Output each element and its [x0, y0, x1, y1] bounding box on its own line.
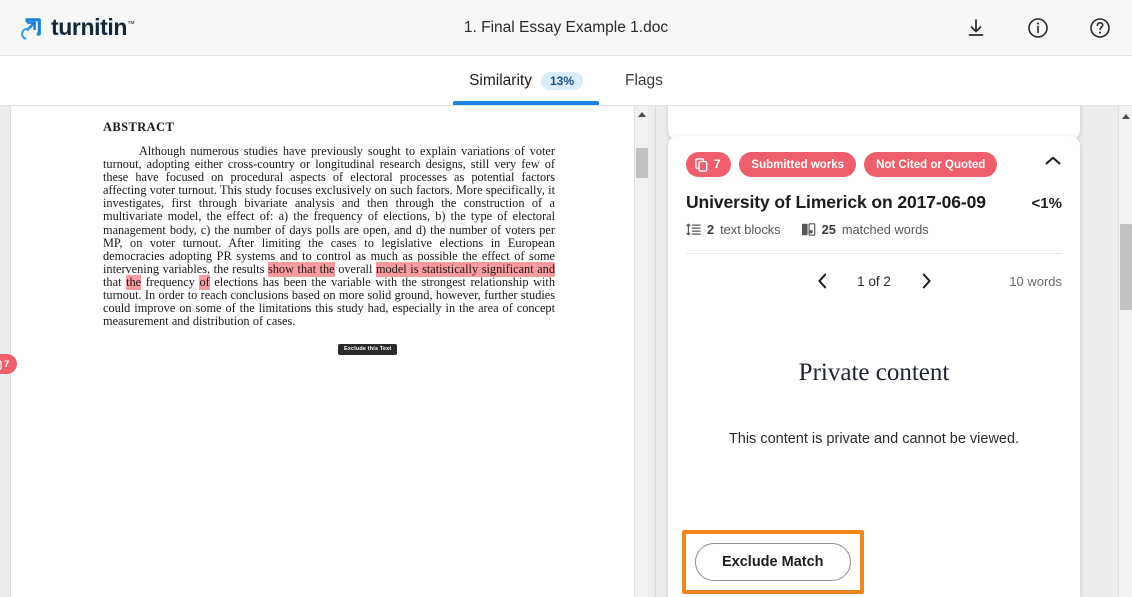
- previous-match-card[interactable]: [668, 106, 1080, 140]
- copy-icon: [695, 157, 708, 172]
- header-actions: [964, 16, 1112, 40]
- similarity-percent-badge: 13%: [540, 71, 583, 90]
- scroll-up-arrow-icon[interactable]: [638, 112, 646, 117]
- matched-words-count: 25: [821, 222, 836, 237]
- scroll-up-arrow-icon[interactable]: [1122, 114, 1130, 119]
- pager-words-count: 10 words: [1009, 273, 1062, 289]
- match-card: 7 Submitted works Not Cited or Quoted Un…: [668, 136, 1080, 597]
- match-meta: 2 text blocks 25 matched words: [686, 222, 1062, 237]
- pager-label: 1 of 2: [857, 273, 891, 289]
- document-page: ABSTRACT Although numerous studies have …: [10, 106, 638, 597]
- collapse-card-icon[interactable]: [1042, 150, 1064, 172]
- match-panel: 7 Submitted works Not Cited or Quoted Un…: [656, 106, 1132, 597]
- abstract-paragraph: Although numerous studies have previousl…: [103, 144, 555, 328]
- next-match-button[interactable]: [916, 271, 936, 291]
- tab-similarity[interactable]: Similarity 13%: [453, 56, 599, 105]
- text-blocks-label: text blocks: [720, 222, 781, 237]
- document-scrollbar-thumb[interactable]: [636, 148, 648, 178]
- source-type-badge[interactable]: Submitted works: [739, 152, 857, 177]
- match-badges: 7 Submitted works Not Cited or Quoted: [686, 152, 1062, 177]
- match-panel-scrollbar-thumb[interactable]: [1120, 224, 1132, 310]
- text-blocks-meta: 2 text blocks: [686, 222, 781, 237]
- matched-words-icon: [801, 223, 815, 236]
- text-blocks-count: 2: [707, 222, 715, 237]
- card-divider: [686, 253, 1062, 254]
- tab-flags[interactable]: Flags: [621, 56, 667, 105]
- help-icon[interactable]: [1088, 16, 1112, 40]
- tab-similarity-label: Similarity: [469, 71, 532, 89]
- brand-name: turnitin™: [51, 14, 135, 40]
- matched-words-label: matched words: [841, 222, 929, 237]
- previous-match-button[interactable]: [812, 271, 832, 291]
- info-icon[interactable]: [1026, 16, 1050, 40]
- turnitin-arrow-icon: [21, 17, 41, 40]
- margin-match-flag-count: 7: [4, 358, 10, 370]
- turnitin-logo[interactable]: turnitin™: [18, 15, 135, 41]
- copy-icon: [0, 360, 2, 370]
- matched-words-meta: 25 matched words: [801, 222, 929, 237]
- exclude-match-button[interactable]: Exclude Match: [695, 543, 851, 581]
- document-viewer: ABSTRACT Although numerous studies have …: [0, 106, 656, 597]
- text-blocks-icon: [686, 223, 701, 236]
- document-text: Although numerous studies have previousl…: [103, 144, 555, 276]
- match-source-title: University of Limerick on 2017-06-09: [686, 192, 986, 212]
- match-count-value: 7: [714, 158, 721, 171]
- abstract-heading: ABSTRACT: [103, 120, 175, 134]
- match-percent: <1%: [1031, 195, 1062, 212]
- match-panel-scrollbar[interactable]: [1118, 106, 1132, 597]
- private-content-title: Private content: [798, 359, 950, 386]
- trademark-symbol: ™: [127, 19, 135, 29]
- match-pager: 1 of 2 10 words: [686, 271, 1062, 291]
- exclude-match-highlight: Exclude Match: [682, 530, 864, 594]
- private-content-block: Private content This content is private …: [686, 359, 1062, 447]
- citation-status-badge[interactable]: Not Cited or Quoted: [864, 152, 998, 177]
- document-title: 1. Final Essay Example 1.doc: [463, 18, 669, 36]
- document-text: frequency: [141, 274, 200, 289]
- match-count-badge[interactable]: 7: [686, 152, 732, 177]
- exclude-text-tooltip: Exclude this Text: [338, 344, 398, 356]
- match-title-row: University of Limerick on 2017-06-09 <1%: [686, 192, 1062, 213]
- main-body: ABSTRACT Although numerous studies have …: [0, 106, 1132, 597]
- document-text: that: [103, 274, 127, 289]
- private-content-message: This content is private and cannot be vi…: [728, 431, 1020, 447]
- tab-flags-label: Flags: [625, 71, 663, 89]
- app-header: turnitin™ 1. Final Essay Example 1.doc: [0, 0, 1132, 56]
- document-text: overall: [334, 261, 376, 276]
- view-tabs: Similarity 13% Flags: [0, 56, 1132, 106]
- document-scrollbar[interactable]: [634, 106, 648, 597]
- download-icon[interactable]: [964, 16, 988, 40]
